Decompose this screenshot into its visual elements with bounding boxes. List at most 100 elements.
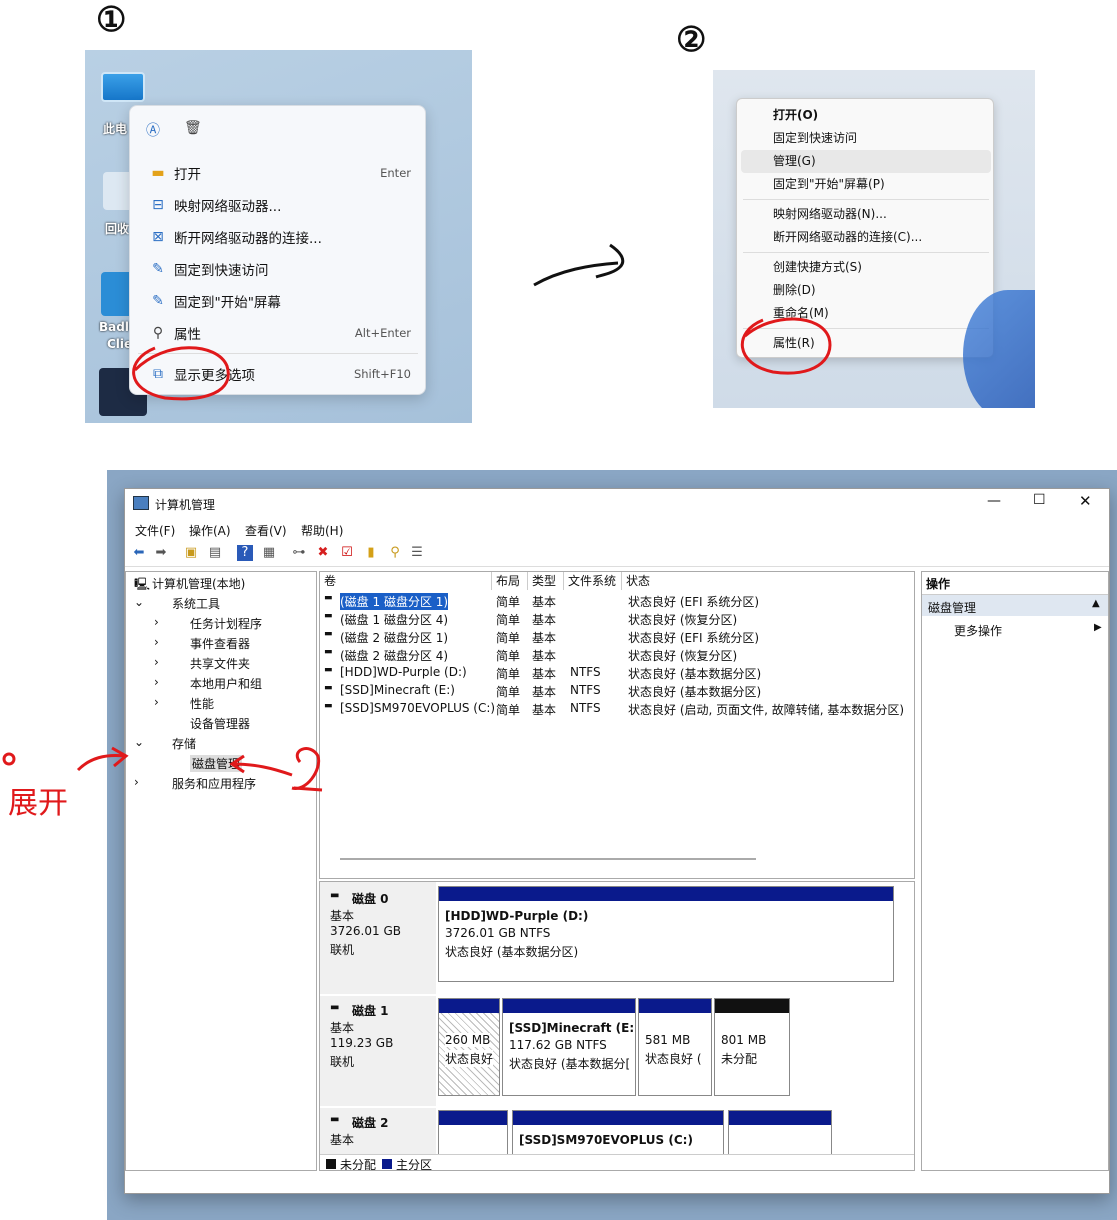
cell-status: 状态良好 (EFI 系统分区) xyxy=(628,595,760,609)
disk-icon: ▬ xyxy=(330,1114,340,1125)
partition-unallocated[interactable]: 801 MB 未分配 xyxy=(714,998,790,1096)
annotation-expand-text: 展开 xyxy=(8,786,68,821)
table-row[interactable]: ▬ [SSD]Minecraft (E:) 简单 基本 NTFS 状态良好 (基本数据分区… xyxy=(320,682,914,700)
menu-action[interactable]: 操作(A) xyxy=(189,522,231,539)
cell-name: [HDD]WD-Purple (D:) xyxy=(340,665,467,679)
cell-layout: 简单 xyxy=(496,649,521,663)
cell-status: 状态良好 (基本数据分区) xyxy=(628,667,762,681)
disk-icon: ▬ xyxy=(330,890,340,901)
cell-status: 状态良好 (恢复分区) xyxy=(628,649,738,663)
col-layout[interactable]: 布局 xyxy=(492,572,528,590)
close-button[interactable]: ✕ xyxy=(1079,492,1092,510)
volume-icon: ▬ xyxy=(324,593,333,603)
table-row[interactable]: ▬ (磁盘 2 磁盘分区 1) 简单 基本 状态良好 (EFI 系统分区) xyxy=(320,628,914,646)
chevron-right-icon[interactable]: › xyxy=(154,695,159,709)
cell-type: 基本 xyxy=(532,595,557,609)
back-icon[interactable]: ⬅ xyxy=(131,545,147,561)
collapse-icon[interactable]: ▲ xyxy=(1092,598,1100,609)
step-two-marker: ② xyxy=(676,20,707,60)
step-one-marker: ① xyxy=(96,0,127,40)
chevron-right-icon[interactable]: › xyxy=(154,655,159,669)
chevron-right-icon[interactable]: › xyxy=(154,635,159,649)
tree-icon-computer: 🖳 xyxy=(134,577,151,591)
partition-d[interactable]: [HDD]WD-Purple (D:) 3726.01 GB NTFS 状态良好… xyxy=(438,886,894,982)
partition-efi[interactable]: 260 MB 状态良好 xyxy=(438,998,500,1096)
submenu-arrow-icon: ▶ xyxy=(1094,622,1102,633)
legend-primary: 主分区 xyxy=(396,1158,433,1171)
cell-layout: 简单 xyxy=(496,685,521,699)
desktop-screenshot-2: 打开(O) 固定到快速访问 管理(G) 固定到"开始"屏幕(P) 映射网络驱动器… xyxy=(713,70,1035,408)
cell-layout: 简单 xyxy=(496,595,521,609)
disk-1-name: 磁盘 1 xyxy=(352,1004,389,1018)
disk-1-state: 联机 xyxy=(330,1055,355,1069)
menu-help[interactable]: 帮助(H) xyxy=(301,522,343,539)
cell-type: 基本 xyxy=(532,613,557,627)
table-row[interactable]: ▬ (磁盘 2 磁盘分区 4) 简单 基本 状态良好 (恢复分区) xyxy=(320,646,914,664)
cell-layout: 简单 xyxy=(496,631,521,645)
help-icon[interactable]: ? xyxy=(237,545,253,561)
tree-task-scheduler[interactable]: 任务计划程序 xyxy=(190,615,262,632)
new-icon[interactable]: ▮ xyxy=(363,545,379,561)
disk-icon: ▬ xyxy=(330,1002,340,1013)
more-actions[interactable]: 更多操作 ▶ xyxy=(922,620,1108,640)
table-row[interactable]: ▬ [HDD]WD-Purple (D:) 简单 基本 NTFS 状态良好 (基本数据分区… xyxy=(320,664,914,682)
col-fs[interactable]: 文件系统 xyxy=(564,572,622,590)
col-status[interactable]: 状态 xyxy=(622,572,914,590)
horizontal-scrollbar[interactable] xyxy=(340,858,756,860)
show-hide-tree-icon[interactable]: ▤ xyxy=(207,545,223,561)
cell-name: [SSD]SM970EVOPLUS (C:) xyxy=(340,701,496,715)
cell-fs: NTFS xyxy=(570,683,601,697)
menu-bar: 文件(F) 操作(A) 查看(V) 帮助(H) xyxy=(125,519,1109,541)
menu-view[interactable]: 查看(V) xyxy=(245,522,287,539)
tree-event-viewer[interactable]: 事件查看器 xyxy=(190,635,250,652)
menu-file[interactable]: 文件(F) xyxy=(135,522,175,539)
minimize-button[interactable]: — xyxy=(987,493,1001,509)
cell-status: 状态良好 (启动, 页面文件, 故障转储, 基本数据分区) xyxy=(628,703,905,717)
partition-recovery[interactable]: 581 MB 状态良好 ( xyxy=(638,998,712,1096)
title-bar: 计算机管理 — ☐ ✕ xyxy=(125,489,1109,519)
volume-icon: ▬ xyxy=(324,665,333,675)
volume-icon: ▬ xyxy=(324,629,333,639)
cell-layout: 简单 xyxy=(496,613,521,627)
col-volume[interactable]: 卷 xyxy=(320,572,492,590)
app-icon xyxy=(133,496,149,510)
actions-header: 操作 xyxy=(926,577,951,591)
up-folder-icon[interactable]: ▣ xyxy=(183,545,199,561)
cell-type: 基本 xyxy=(532,631,557,645)
forward-icon[interactable]: ➡ xyxy=(153,545,169,561)
chevron-down-icon[interactable]: ⌄ xyxy=(134,595,144,609)
tree-performance[interactable]: 性能 xyxy=(190,695,214,712)
table-row[interactable]: ▬ [SSD]SM970EVOPLUS (C:) 简单 基本 NTFS 状态良好 (启动,… xyxy=(320,700,914,718)
tree-system-tools[interactable]: 系统工具 xyxy=(172,595,220,612)
view-icon[interactable]: ▦ xyxy=(261,545,277,561)
properties-icon[interactable]: ☰ xyxy=(409,545,425,561)
cell-name: (磁盘 1 磁盘分区 1) xyxy=(340,593,449,610)
search-icon[interactable]: ⚲ xyxy=(387,545,403,561)
cell-type: 基本 xyxy=(532,703,557,717)
cell-layout: 简单 xyxy=(496,703,521,717)
disk-1-kind: 基本 xyxy=(330,1021,355,1035)
cell-name: [SSD]Minecraft (E:) xyxy=(340,683,455,697)
tree-shared-folders[interactable]: 共享文件夹 xyxy=(190,655,250,672)
check-icon[interactable]: ☑ xyxy=(339,545,355,561)
table-row[interactable]: ▬ (磁盘 1 磁盘分区 1) 简单 基本 状态良好 (EFI 系统分区) xyxy=(320,592,914,610)
partition-e[interactable]: [SSD]Minecraft (E:) 117.62 GB NTFS 状态良好 … xyxy=(502,998,636,1096)
volume-icon: ▬ xyxy=(324,647,333,657)
maximize-button[interactable]: ☐ xyxy=(1033,492,1046,508)
cell-type: 基本 xyxy=(532,667,557,681)
disk-layout-pane: ▬ 磁盘 0 基本 3726.01 GB 联机 [HDD]WD-Purple (… xyxy=(319,881,915,1171)
window-title: 计算机管理 xyxy=(155,498,216,512)
actions-section[interactable]: 磁盘管理 ▲ xyxy=(922,594,1108,616)
tree-local-users[interactable]: 本地用户和组 xyxy=(190,675,262,692)
table-row[interactable]: ▬ (磁盘 1 磁盘分区 4) 简单 基本 状态良好 (恢复分区) xyxy=(320,610,914,628)
chevron-right-icon[interactable]: › xyxy=(154,675,159,689)
volume-icon: ▬ xyxy=(324,701,333,711)
chevron-right-icon[interactable]: › xyxy=(154,615,159,629)
legend-unallocated-swatch xyxy=(326,1159,336,1169)
connect-icon[interactable]: ⊶ xyxy=(291,545,307,561)
cell-fs: NTFS xyxy=(570,665,601,679)
delete-icon[interactable]: ✖ xyxy=(315,545,331,561)
disk-0-size: 3726.01 GB xyxy=(330,924,401,938)
col-type[interactable]: 类型 xyxy=(528,572,564,590)
tree-root[interactable]: 计算机管理(本地) xyxy=(152,575,245,592)
